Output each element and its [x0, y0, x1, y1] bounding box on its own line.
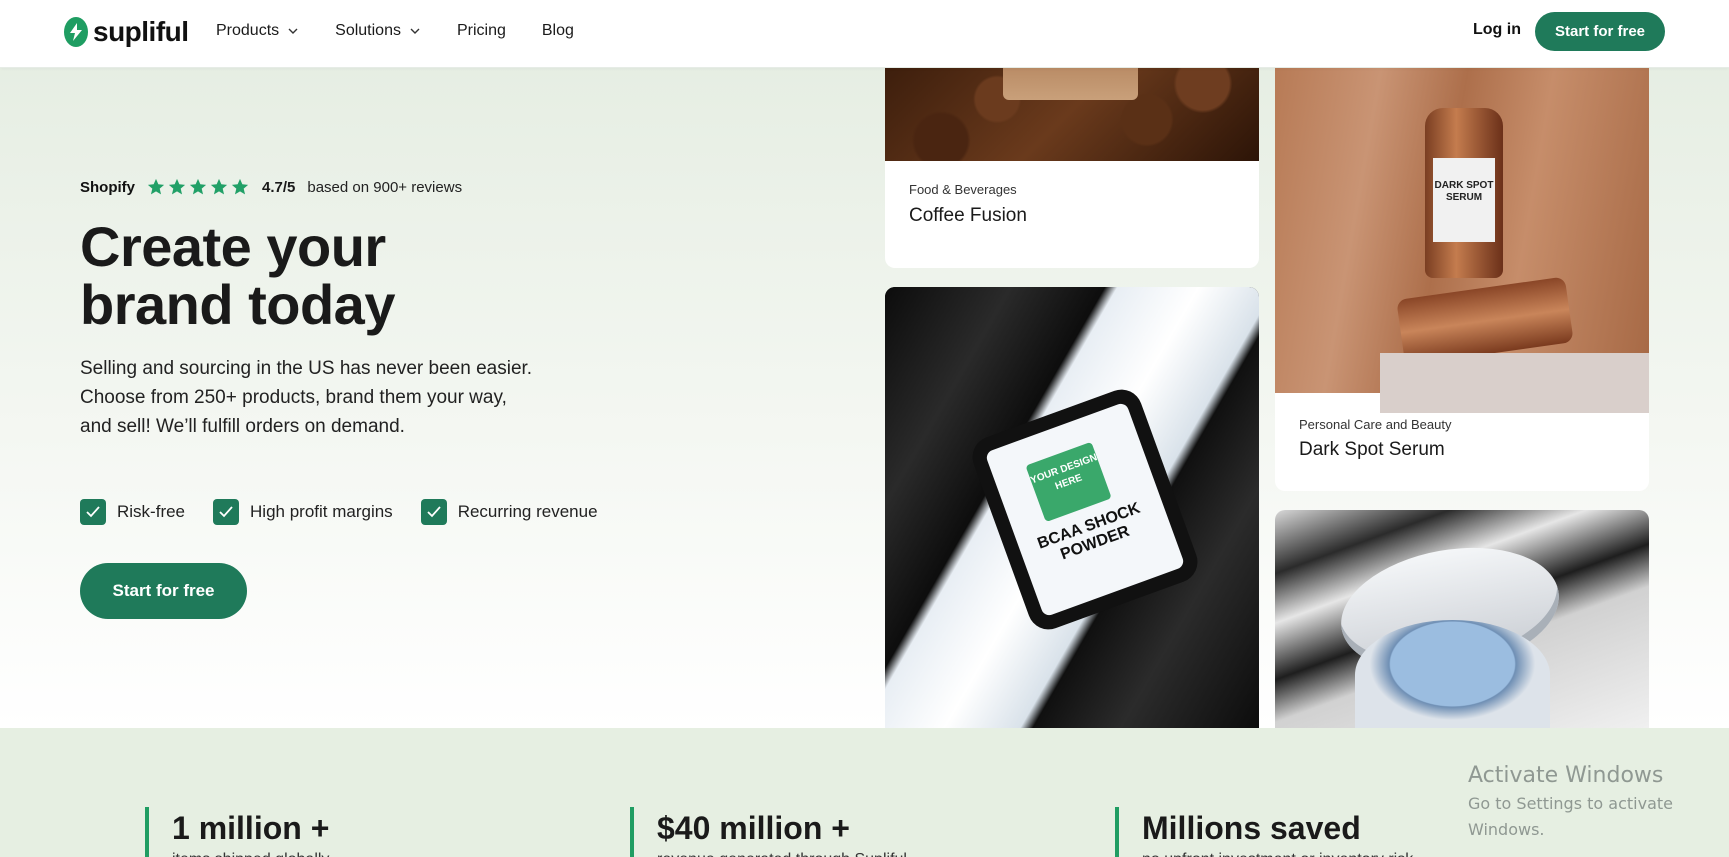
menu-item-label: Products — [216, 22, 280, 39]
product-card-bcaa[interactable]: YOUR DESIGN HERE BCAA SHOCK POWDER — [885, 287, 1259, 728]
login-link[interactable]: Log in — [1473, 21, 1521, 39]
stat-caption: no upfront investment or inventory risk — [1142, 848, 1413, 857]
stat-item: $40 million + revenue generated through … — [630, 807, 907, 857]
menu-item-label: Solutions — [335, 22, 401, 39]
benefit-label: Recurring revenue — [457, 502, 598, 521]
product-card-serum[interactable]: DARK SPOT SERUM Personal Care and Beauty… — [1275, 68, 1649, 491]
jar-design-badge: YOUR DESIGN HERE — [1025, 441, 1112, 523]
product-card-coffee[interactable]: Food & Beverages Coffee Fusion — [885, 68, 1259, 268]
start-free-nav-button[interactable]: Start for free — [1535, 12, 1665, 51]
star-icon — [210, 178, 228, 195]
product-card-cosmetic[interactable] — [1275, 510, 1649, 728]
benefits-list: Risk-free High profit margins Recurring … — [80, 499, 626, 525]
menu-item-label: Blog — [541, 22, 574, 39]
brand-logo[interactable]: supliful — [64, 16, 189, 48]
stat-value: 1 million + — [172, 810, 330, 846]
bolt-icon — [64, 17, 88, 47]
star-icon — [147, 178, 165, 195]
benefit-label: High profit margins — [250, 502, 393, 521]
checkmark-icon — [213, 499, 240, 525]
checkmark-icon — [420, 499, 447, 525]
rating-stars — [147, 178, 249, 196]
brand-name: supliful — [93, 16, 189, 47]
serum-label: DARK SPOT SERUM — [1433, 158, 1495, 242]
start-free-hero-button[interactable]: Start for free — [80, 563, 247, 619]
hero-description: Selling and sourcing in the US has never… — [80, 358, 533, 437]
windows-activation-watermark: Activate Windows Go to Settings to activ… — [1468, 762, 1729, 843]
top-navigation: supliful Products Solutions Pricing Blog… — [0, 0, 1729, 68]
benefit-item: Risk-free — [80, 499, 185, 525]
star-icon — [231, 178, 249, 195]
menu-item-products[interactable]: Products — [216, 22, 299, 40]
stat-item: Millions saved no upfront investment or … — [1115, 807, 1413, 857]
benefit-label: Risk-free — [117, 502, 186, 521]
menu-item-pricing[interactable]: Pricing — [457, 22, 506, 40]
hero-headline: Create your brand today — [80, 218, 580, 334]
product-category: Personal Care and Beauty — [1299, 417, 1452, 432]
jar-base-image — [1355, 620, 1550, 728]
stat-value: Millions saved — [1142, 810, 1361, 846]
chevron-down-icon — [410, 28, 420, 34]
stat-item: 1 million + items shipped globally — [145, 807, 329, 857]
watermark-title: Activate Windows — [1468, 763, 1664, 788]
menu-item-solutions[interactable]: Solutions — [335, 22, 421, 40]
benefit-item: Recurring revenue — [420, 499, 598, 525]
pedestal-image — [1380, 353, 1649, 413]
product-category: Food & Beverages — [909, 182, 1017, 197]
product-title: Dark Spot Serum — [1299, 439, 1445, 460]
serum-image: DARK SPOT SERUM — [1275, 68, 1649, 413]
checkmark-icon — [80, 499, 106, 525]
coffee-bag-image — [1003, 68, 1138, 100]
main-menu: Products Solutions Pricing Blog — [216, 0, 610, 62]
coffee-image — [885, 68, 1259, 161]
menu-item-blog[interactable]: Blog — [542, 22, 574, 40]
benefit-item: High profit margins — [213, 499, 393, 525]
menu-item-label: Pricing — [456, 22, 506, 39]
star-icon — [168, 178, 186, 195]
shopify-rating: Shopify 4.7/5 based on 900+ reviews — [80, 178, 462, 196]
product-title: Coffee Fusion — [909, 205, 1027, 226]
headline-line-2: brand today — [80, 273, 395, 336]
headline-line-1: Create your — [80, 215, 386, 278]
cosmetic-jar-image — [1275, 510, 1649, 728]
rating-reviews: based on 900+ reviews — [307, 178, 463, 196]
watermark-subtitle: Go to Settings to activate Windows. — [1468, 794, 1673, 839]
chevron-down-icon — [288, 28, 298, 34]
stat-caption: items shipped globally — [172, 848, 329, 857]
stat-caption: revenue generated through Supliful — [657, 848, 907, 857]
stat-value: $40 million + — [657, 810, 850, 846]
star-icon — [189, 178, 207, 195]
hero-section: Shopify 4.7/5 based on 900+ reviews Crea… — [0, 68, 1729, 728]
rating-platform: Shopify — [80, 178, 135, 196]
rating-score: 4.7/5 — [262, 178, 296, 196]
serum-bottle-image: DARK SPOT SERUM — [1425, 108, 1503, 278]
